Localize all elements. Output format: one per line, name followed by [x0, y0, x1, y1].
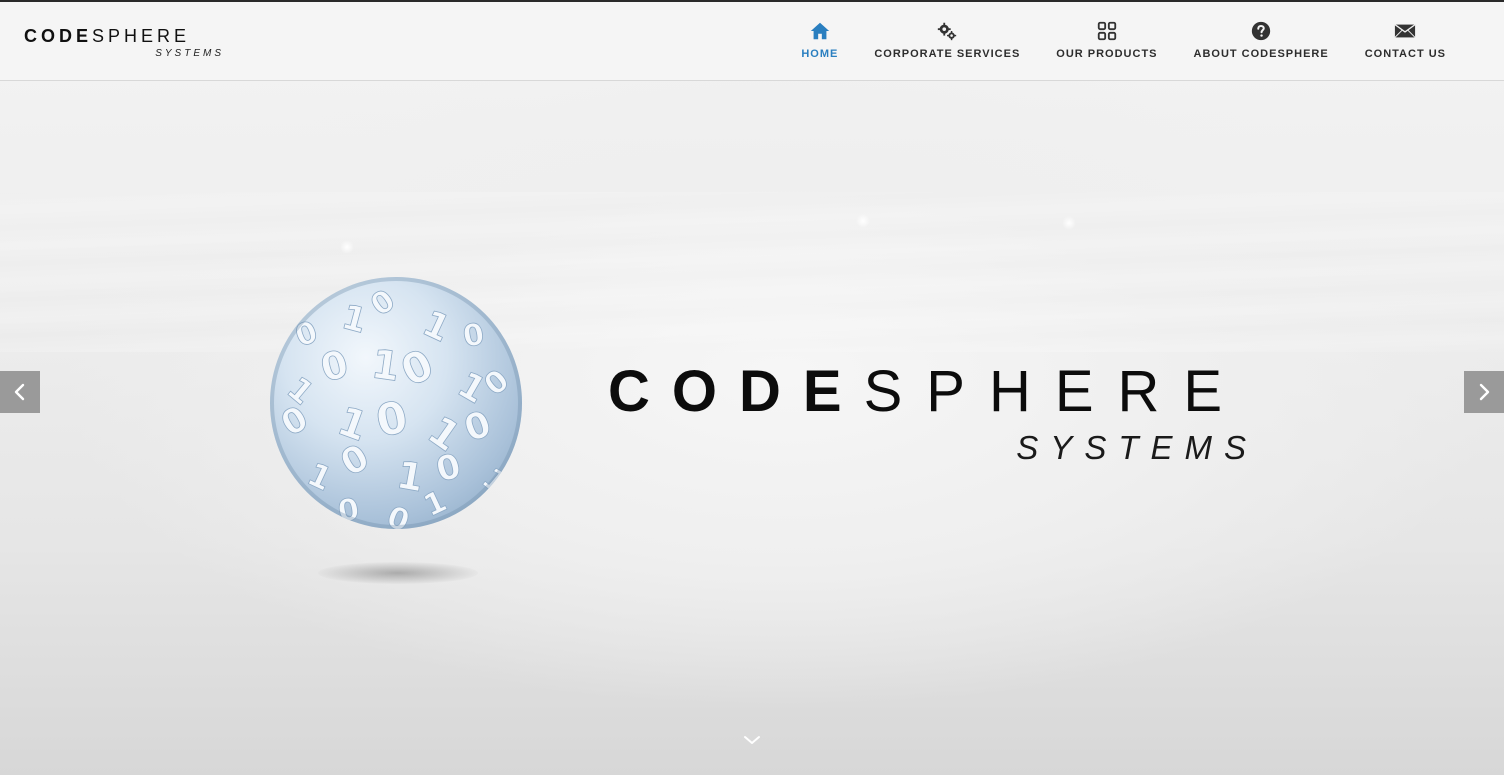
hero-title-light: SPHERE — [863, 359, 1247, 424]
svg-text:0: 0 — [460, 317, 487, 355]
nav-label-corporate-services: CORPORATE SERVICES — [874, 48, 1021, 60]
hero-title-bold: CODE — [608, 359, 864, 424]
slider-next-button[interactable] — [1464, 371, 1504, 413]
nav-label-our-products: OUR PRODUCTS — [1056, 48, 1158, 60]
chevron-down-icon — [744, 736, 760, 744]
page: CODESPHERE SYSTEMS HOME CORPORATE SERVIC… — [0, 0, 1504, 775]
logo-light-text: SPHERE — [92, 26, 191, 46]
site-header: CODESPHERE SYSTEMS HOME CORPORATE SERVIC… — [0, 2, 1504, 81]
svg-text:1: 1 — [416, 303, 456, 351]
nav-label-home: HOME — [801, 48, 839, 60]
chevron-right-icon — [1479, 383, 1490, 401]
gears-icon — [938, 22, 957, 41]
envelope-icon — [1394, 24, 1416, 38]
svg-text:1: 1 — [338, 297, 371, 342]
svg-text:0: 0 — [316, 341, 353, 390]
nav-home[interactable]: HOME — [783, 20, 856, 70]
main-nav: HOME CORPORATE SERVICES OUR PRODUCTS ABO… — [783, 20, 1464, 70]
site-logo[interactable]: CODESPHERE SYSTEMS — [24, 26, 224, 66]
nav-our-products[interactable]: OUR PRODUCTS — [1038, 20, 1175, 70]
light-sparkle — [340, 240, 354, 254]
sphere-shadow — [318, 562, 478, 584]
svg-text:0: 0 — [372, 392, 413, 448]
home-icon — [810, 22, 829, 40]
logo-bold-text: CODE — [24, 26, 93, 46]
light-sparkle — [1062, 216, 1076, 230]
light-sparkle — [856, 214, 870, 228]
hero-title: CODESPHERE — [608, 362, 1268, 422]
svg-text:0: 0 — [459, 403, 497, 450]
logo-wordmark: CODESPHERE — [24, 26, 224, 46]
nav-contact-us[interactable]: CONTACT US — [1347, 20, 1464, 70]
binary-sphere: 0 1 0 1 0 1 0 1 0 1 0 0 1 0 1 0 1 0 1 0 … — [270, 277, 522, 529]
question-circle-icon — [1251, 21, 1271, 41]
nav-about-codesphere[interactable]: ABOUT CODESPHERE — [1176, 20, 1347, 70]
svg-text:0: 0 — [478, 363, 516, 403]
binary-digits: 0 1 0 1 0 1 0 1 0 1 0 0 1 0 1 0 1 0 1 0 … — [270, 277, 522, 529]
scroll-down-button[interactable] — [742, 730, 762, 750]
svg-text:0: 0 — [365, 283, 402, 324]
svg-text:0: 0 — [275, 398, 316, 444]
grid-icon — [1097, 21, 1117, 41]
nav-label-contact-us: CONTACT US — [1364, 48, 1446, 60]
nav-corporate-services[interactable]: CORPORATE SERVICES — [856, 20, 1038, 70]
logo-subtitle: SYSTEMS — [155, 48, 224, 59]
nav-label-about-codesphere: ABOUT CODESPHERE — [1193, 48, 1329, 60]
hero-subtitle: SYSTEMS — [1016, 429, 1258, 466]
binary-sphere-image: 0 1 0 1 0 1 0 1 0 1 0 0 1 0 1 0 1 0 1 0 … — [270, 277, 526, 533]
slider-prev-button[interactable] — [0, 371, 40, 413]
chevron-left-icon — [14, 383, 25, 401]
